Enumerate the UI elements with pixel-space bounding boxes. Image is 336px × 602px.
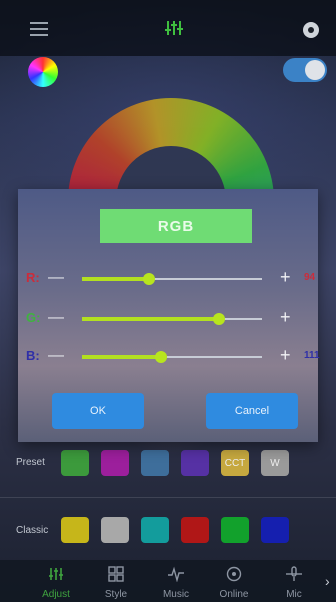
- preset-swatch[interactable]: [181, 450, 209, 476]
- red-slider-thumb[interactable]: [142, 273, 155, 285]
- green-minus-button[interactable]: —: [48, 309, 64, 327]
- preset-label: Preset: [16, 457, 45, 468]
- music-icon: [168, 566, 184, 582]
- blue-slider[interactable]: [82, 351, 262, 363]
- nav-music[interactable]: Music: [146, 560, 206, 602]
- nav-online[interactable]: Online: [204, 560, 264, 602]
- green-slider[interactable]: [82, 313, 262, 325]
- top-bar: [0, 0, 336, 56]
- nav-mic[interactable]: Mic: [264, 560, 324, 602]
- preset-swatch[interactable]: [141, 450, 169, 476]
- red-minus-button[interactable]: —: [48, 269, 64, 287]
- classic-label: Classic: [16, 525, 49, 536]
- gear-icon[interactable]: [303, 22, 319, 38]
- blue-slider-thumb[interactable]: [155, 351, 168, 363]
- preset-swatch[interactable]: CCT: [221, 450, 249, 476]
- online-icon: [226, 566, 242, 582]
- equalizer-icon[interactable]: [164, 18, 184, 38]
- preset-swatch[interactable]: W: [261, 450, 289, 476]
- nav-label: Mic: [286, 589, 302, 600]
- preset-swatch[interactable]: [101, 450, 129, 476]
- red-plus-button[interactable]: +: [280, 267, 291, 288]
- green-slider-row: G: — +: [18, 307, 318, 331]
- classic-swatch[interactable]: [61, 517, 89, 543]
- blue-plus-button[interactable]: +: [280, 345, 291, 366]
- red-label: R:: [26, 270, 40, 285]
- blue-label: B:: [26, 348, 40, 363]
- dialog-title: RGB: [100, 209, 252, 243]
- blue-minus-button[interactable]: —: [48, 347, 64, 365]
- green-label: G:: [26, 310, 41, 325]
- nav-style[interactable]: Style: [86, 560, 146, 602]
- red-value: 94: [304, 272, 316, 283]
- classic-swatch[interactable]: [221, 517, 249, 543]
- mic-icon: [286, 566, 302, 581]
- classic-swatch[interactable]: [101, 517, 129, 543]
- nav-adjust[interactable]: Adjust: [26, 560, 86, 602]
- ok-button[interactable]: OK: [52, 393, 144, 429]
- preset-swatch[interactable]: [61, 450, 89, 476]
- nav-label: Style: [104, 589, 128, 600]
- blue-slider-row: B: — + 111: [18, 345, 320, 369]
- nav-label: Music: [162, 589, 190, 600]
- classic-swatch[interactable]: [261, 517, 289, 543]
- green-slider-thumb[interactable]: [212, 313, 225, 325]
- cancel-button[interactable]: Cancel: [206, 393, 298, 429]
- grid-icon: [108, 566, 124, 582]
- red-slider-row: R: — + 94: [18, 267, 318, 291]
- rgb-dialog: RGB R: — + 94 G: — + B: — + 111 OK Cance…: [18, 189, 320, 442]
- color-wheel-icon[interactable]: [28, 57, 58, 87]
- nav-label: Online: [219, 589, 249, 600]
- red-slider[interactable]: [82, 273, 262, 285]
- chevron-right-icon[interactable]: ›: [325, 573, 330, 589]
- power-toggle[interactable]: [283, 58, 327, 82]
- green-plus-button[interactable]: +: [280, 307, 291, 328]
- menu-icon[interactable]: [30, 22, 48, 36]
- classic-swatch[interactable]: [181, 517, 209, 543]
- blue-value: 111: [304, 350, 320, 361]
- bottom-nav: Adjust Style Music Online Mic: [0, 560, 336, 602]
- nav-label: Adjust: [42, 589, 70, 600]
- divider: [0, 497, 336, 498]
- sliders-icon: [49, 568, 63, 580]
- classic-swatch[interactable]: [141, 517, 169, 543]
